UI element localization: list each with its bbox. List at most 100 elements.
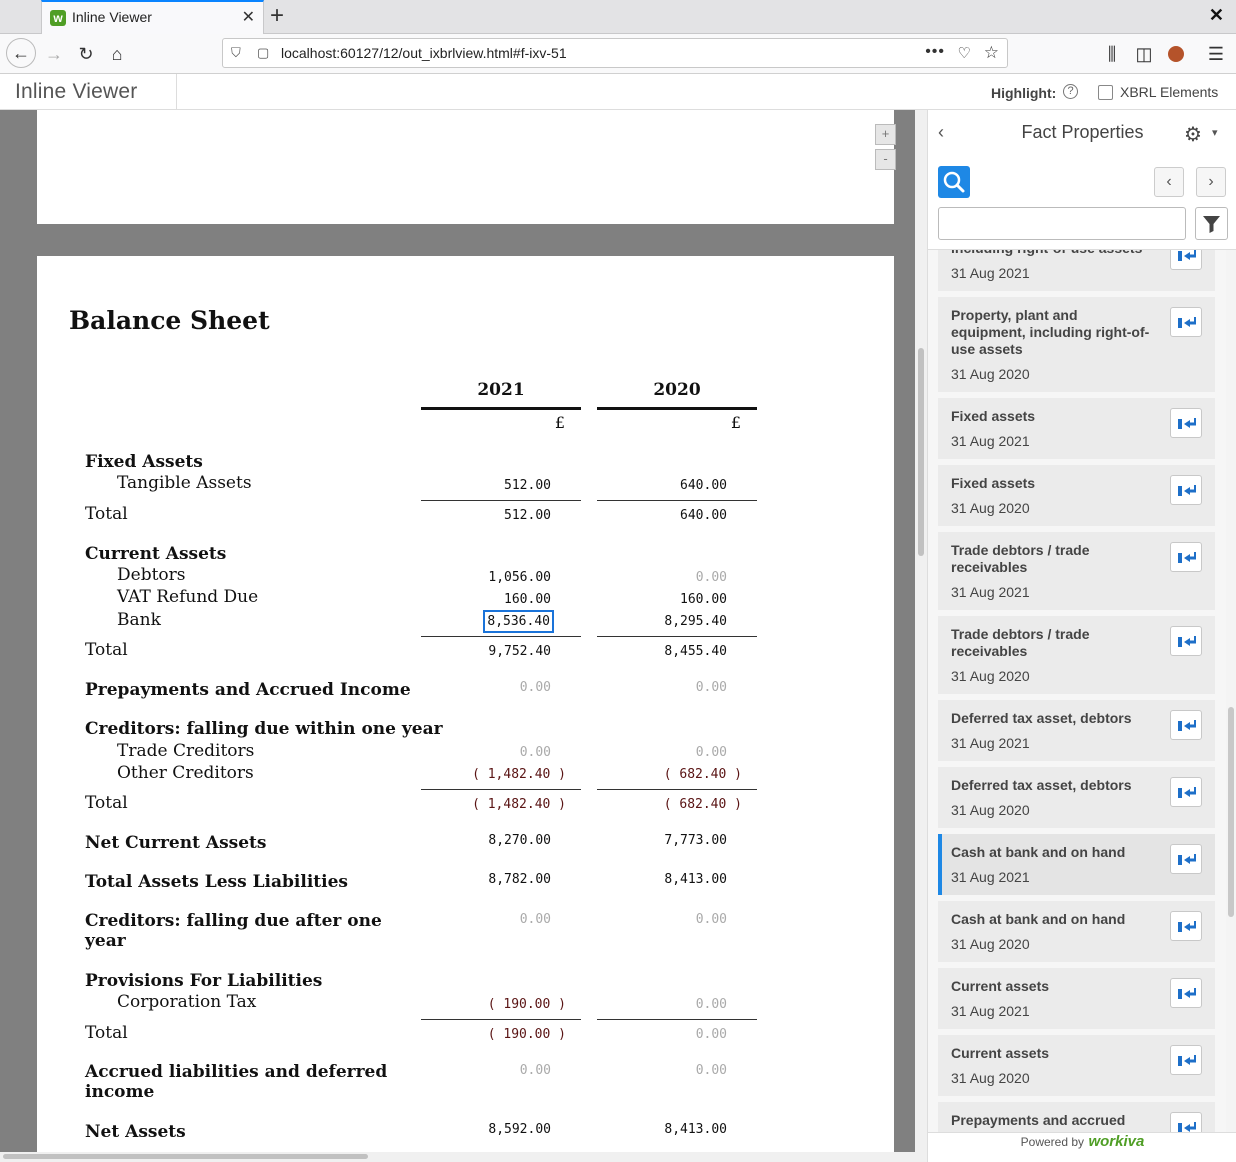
goto-fact-button[interactable]	[1170, 1112, 1202, 1132]
scrollbar-thumb[interactable]	[1228, 707, 1234, 917]
fact-value[interactable]: ( 1,482.40 )	[421, 767, 581, 782]
previous-fact-button[interactable]: ‹	[1154, 167, 1184, 197]
fact-list-item[interactable]: Deferred tax asset, debtors 31 Aug 2020	[938, 767, 1215, 828]
fact-value[interactable]: 0.00	[597, 1063, 757, 1078]
zoom-out-button[interactable]: -	[875, 149, 896, 170]
fact-value[interactable]: 8,782.00	[421, 872, 581, 887]
fact-value[interactable]: 160.00	[421, 592, 581, 607]
goto-fact-button[interactable]	[1170, 777, 1202, 807]
scrollbar-thumb[interactable]	[918, 348, 924, 556]
fact-value[interactable]: 0.00	[597, 997, 757, 1012]
goto-fact-button[interactable]	[1170, 408, 1202, 438]
fact-list-item[interactable]: Property, plant and equipment, including…	[938, 297, 1215, 392]
fact-value[interactable]: 8,413.00	[597, 1122, 757, 1137]
fact-list-item[interactable]: Trade debtors / trade receivables 31 Aug …	[938, 616, 1215, 694]
fact-value[interactable]: 640.00	[597, 478, 757, 493]
fact-value[interactable]: 8,413.00	[597, 872, 757, 887]
fact-value[interactable]: 0.00	[597, 570, 757, 585]
hamburger-menu-icon[interactable]: ☰	[1202, 40, 1230, 68]
fact-value[interactable]: 0.00	[597, 680, 757, 695]
goto-fact-icon	[1178, 636, 1196, 647]
zoom-in-button[interactable]: +	[875, 124, 896, 145]
fact-value[interactable]: ( 190.00 )	[421, 1027, 581, 1042]
shield-icon[interactable]: ⛉	[231, 45, 241, 61]
fact-value[interactable]: ( 1,482.40 )	[421, 797, 581, 812]
new-tab-icon[interactable]: +	[270, 2, 284, 30]
fact-list-item[interactable]: Fixed assets 31 Aug 2021	[938, 398, 1215, 459]
fact-value[interactable]: 0.00	[421, 680, 581, 695]
home-icon[interactable]: ⌂	[103, 40, 131, 68]
fact-value[interactable]: 640.00	[597, 508, 757, 523]
goto-fact-button[interactable]	[1170, 542, 1202, 572]
goto-fact-button[interactable]	[1170, 475, 1202, 505]
chevron-down-icon[interactable]: ▾	[1212, 126, 1218, 139]
fact-value[interactable]: 0.00	[597, 1027, 757, 1042]
fact-list-item[interactable]: Prepayments and accrued income, not expr…	[938, 1102, 1215, 1132]
fact-value[interactable]: 8,270.00	[421, 833, 581, 848]
fact-value[interactable]: 8,455.40	[597, 644, 757, 659]
fact-value[interactable]: 160.00	[597, 592, 757, 607]
fact-list-item[interactable]: Fixed assets 31 Aug 2020	[938, 465, 1215, 526]
tab-close-icon[interactable]: ✕	[242, 7, 255, 27]
sidebar-toggle-icon[interactable]: ◫	[1130, 40, 1158, 68]
page-actions-icon[interactable]: •••	[925, 43, 945, 61]
fact-value[interactable]: 512.00	[421, 508, 581, 523]
goto-fact-button[interactable]	[1170, 710, 1202, 740]
goto-fact-button[interactable]	[1170, 978, 1202, 1008]
back-arrow-icon[interactable]: ←	[6, 38, 36, 68]
fact-list-item[interactable]: Current assets 31 Aug 2020	[938, 1035, 1215, 1096]
goto-fact-button[interactable]	[1170, 911, 1202, 941]
fact-value[interactable]: ( 682.40 )	[597, 767, 757, 782]
search-input[interactable]	[938, 207, 1186, 240]
fact-value[interactable]: 9,752.40	[421, 644, 581, 659]
pocket-icon[interactable]: ♡	[958, 44, 971, 62]
fact-value-selected[interactable]: 8,536.40	[421, 610, 581, 633]
xbrl-elements-label[interactable]: XBRL Elements	[1120, 84, 1218, 100]
library-icon[interactable]: ⫼	[1098, 40, 1126, 68]
fact-value[interactable]: 8,592.00	[421, 1122, 581, 1137]
fact-value[interactable]: 0.00	[421, 745, 581, 760]
fact-value[interactable]: 0.00	[597, 745, 757, 760]
account-avatar-icon[interactable]	[1162, 40, 1190, 68]
help-icon[interactable]: ?	[1063, 84, 1078, 99]
viewer-vertical-scrollbar[interactable]	[915, 110, 927, 1152]
fact-list-item[interactable]: Current assets 31 Aug 2021	[938, 968, 1215, 1029]
fact-value[interactable]: 8,295.40	[597, 614, 757, 629]
reload-icon[interactable]: ↻	[72, 40, 100, 68]
fact-list-item[interactable]: Cash at bank and on hand 31 Aug 2020	[938, 901, 1215, 962]
fact-list-item[interactable]: including right-of-use assets 31 Aug 2021	[938, 250, 1215, 291]
address-bar[interactable]: ⛉ ▢ localhost:60127/12/out_ixbrlview.htm…	[222, 38, 1008, 68]
selected-fact-text[interactable]: 8,536.40	[483, 610, 554, 633]
fact-list-scrollbar[interactable]	[1226, 250, 1236, 1132]
window-close-icon[interactable]: ✕	[1209, 5, 1224, 26]
fact-list-item[interactable]: Cash at bank and on hand 31 Aug 2021	[938, 834, 1215, 895]
fact-list-item[interactable]: Deferred tax asset, debtors 31 Aug 2021	[938, 700, 1215, 761]
xbrl-elements-checkbox[interactable]	[1098, 85, 1113, 100]
next-fact-button[interactable]: ›	[1196, 167, 1226, 197]
bookmark-star-icon[interactable]: ☆	[984, 43, 999, 63]
goto-fact-button[interactable]	[1170, 626, 1202, 656]
fact-value[interactable]: ( 682.40 )	[597, 797, 757, 812]
filter-button[interactable]	[1195, 207, 1228, 240]
chevron-left-icon[interactable]: ‹	[938, 122, 944, 143]
fact-value[interactable]: ( 190.00 )	[421, 997, 581, 1012]
fact-value[interactable]: 0.00	[597, 912, 757, 927]
scrollbar-thumb[interactable]	[3, 1154, 368, 1159]
fact-list-item[interactable]: Trade debtors / trade receivables 31 Aug …	[938, 532, 1215, 610]
fact-value[interactable]: 512.00	[421, 478, 581, 493]
forward-arrow-icon[interactable]: →	[40, 40, 68, 68]
fact-value[interactable]: 7,773.00	[597, 833, 757, 848]
viewer-horizontal-scrollbar[interactable]	[0, 1152, 927, 1162]
search-button[interactable]	[938, 166, 970, 198]
gear-icon[interactable]: ⚙	[1184, 122, 1202, 147]
fact-value[interactable]: 0.00	[421, 912, 581, 927]
goto-fact-button[interactable]	[1170, 1045, 1202, 1075]
page-info-icon[interactable]: ▢	[257, 45, 269, 61]
goto-fact-button[interactable]	[1170, 844, 1202, 874]
fact-value[interactable]: 0.00	[421, 1063, 581, 1078]
url-text[interactable]: localhost:60127/12/out_ixbrlview.html#f-…	[281, 45, 567, 61]
goto-fact-button[interactable]	[1170, 307, 1202, 337]
goto-fact-button[interactable]	[1170, 250, 1202, 270]
fact-value[interactable]: 1,056.00	[421, 570, 581, 585]
browser-tab[interactable]: w Inline Viewer ✕	[41, 0, 264, 34]
